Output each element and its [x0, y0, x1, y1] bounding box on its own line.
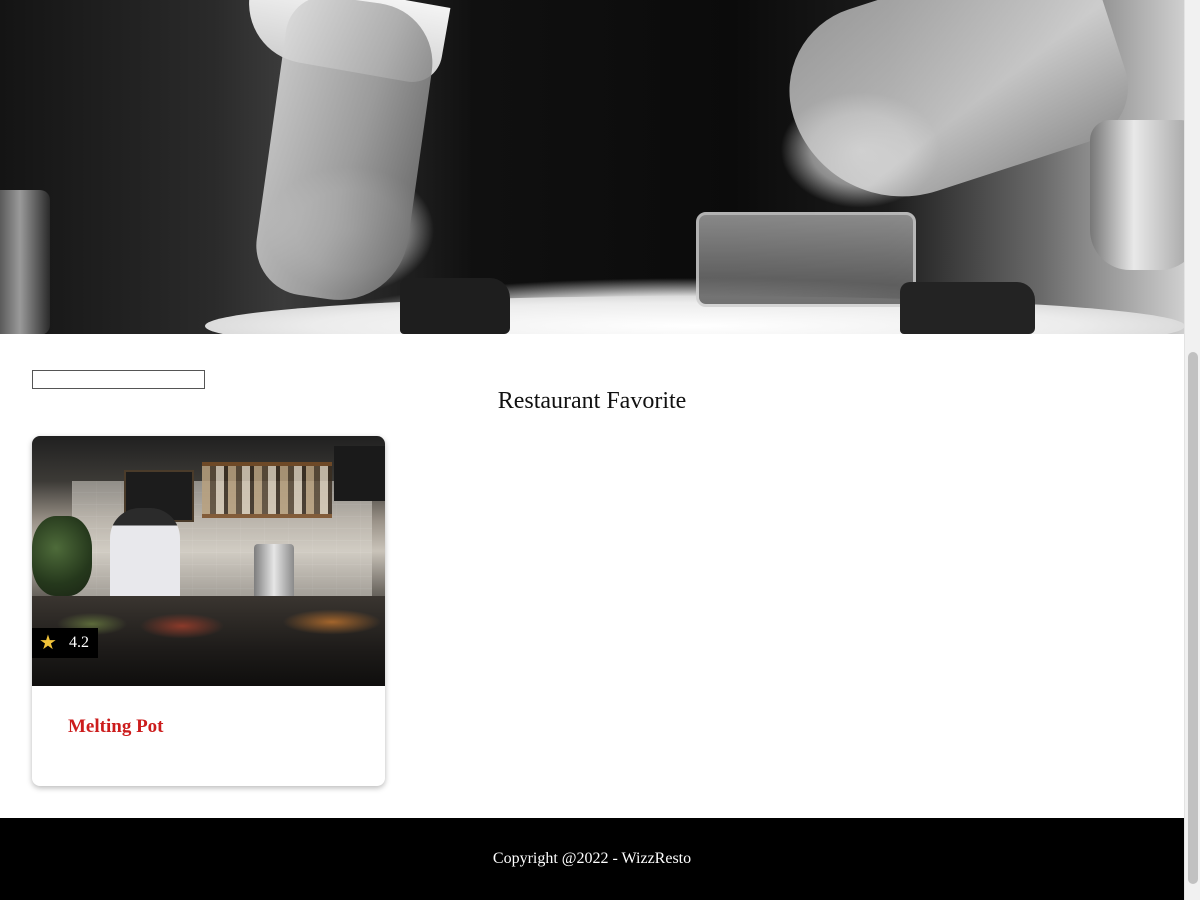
restaurant-name-link[interactable]: Melting Pot	[68, 716, 164, 738]
scrollbar-thumb[interactable]	[1188, 352, 1198, 884]
rating-badge: ★ 4.2	[32, 628, 98, 658]
page: Restaurant Favorite ★ 4.2 Melting Pot Co…	[0, 0, 1200, 900]
scrollbar[interactable]	[1184, 0, 1200, 900]
card-body: Melting Pot	[32, 686, 385, 768]
section-title: Restaurant Favorite	[497, 388, 687, 414]
hero-banner-image	[0, 0, 1184, 334]
restaurant-image: ★ 4.2	[32, 436, 385, 686]
restaurant-card[interactable]: ★ 4.2 Melting Pot	[32, 436, 385, 786]
copyright-text: Copyright @2022 - WizzResto	[492, 850, 692, 867]
rating-value: 4.2	[68, 634, 89, 651]
search-input[interactable]	[32, 370, 205, 389]
footer: Copyright @2022 - WizzResto	[0, 818, 1184, 900]
star-icon: ★	[39, 632, 57, 654]
